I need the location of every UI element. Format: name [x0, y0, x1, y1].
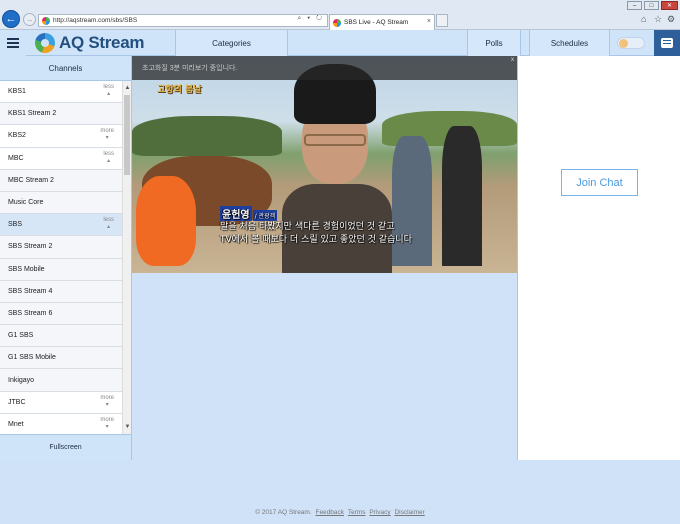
more-toggle[interactable]: more — [100, 128, 114, 142]
channel-label: SBS Stream 6 — [8, 309, 53, 317]
channel-item-active[interactable]: SBS less — [0, 214, 122, 237]
channel-label: SBS Stream 2 — [8, 243, 53, 251]
schedules-button[interactable]: Schedules — [529, 30, 610, 56]
site-header: AQ Stream Categories Polls Schedules — [0, 30, 680, 56]
scroll-down-icon[interactable]: ▼ — [123, 423, 132, 432]
theme-toggle[interactable] — [617, 37, 645, 49]
forward-button[interactable]: → — [23, 13, 36, 26]
channel-label: SBS Mobile — [8, 265, 45, 273]
window-minimize-button[interactable]: – — [627, 1, 642, 10]
scroll-up-icon[interactable]: ▲ — [123, 84, 132, 93]
channel-item[interactable]: Music Core — [0, 191, 122, 215]
channel-item[interactable]: JTBC more — [0, 391, 122, 414]
star-icon[interactable]: ☆ — [654, 14, 662, 25]
new-tab-button[interactable] — [436, 14, 448, 27]
channel-item[interactable]: SBS Stream 2 — [0, 236, 122, 259]
channel-label: SBS Stream 4 — [8, 287, 53, 295]
less-toggle[interactable]: less — [103, 217, 114, 231]
page-footer: © 2017 AQ Stream. Feedback Terms Privacy… — [0, 509, 680, 516]
join-chat-button[interactable]: Join Chat — [561, 169, 638, 196]
channel-label: Inkigayo — [8, 376, 35, 384]
scrollbar-thumb[interactable] — [124, 95, 130, 175]
channel-label: SBS — [8, 221, 23, 229]
channel-label: KBS1 Stream 2 — [8, 110, 57, 118]
site-favicon-icon — [42, 16, 50, 25]
logo-text: AQ Stream — [59, 33, 145, 52]
subtitle-caption: 윤헌영 / 관광객 말을 처음 타봤지만 색다른 경험이었던 것 같고 TV에서 … — [220, 206, 412, 247]
channel-item[interactable]: KBS2 more — [0, 125, 122, 148]
channel-item[interactable]: Inkigayo — [0, 369, 122, 392]
tab-close-icon[interactable]: × — [427, 18, 431, 25]
categories-button[interactable]: Categories — [175, 30, 288, 56]
home-icon[interactable]: ⌂ — [641, 14, 646, 24]
less-toggle[interactable]: less — [103, 84, 114, 98]
logo-swirl-icon — [35, 33, 55, 53]
chat-toggle-icon[interactable] — [654, 30, 680, 56]
tab-title: SBS Live - AQ Stream — [344, 19, 409, 26]
gear-icon[interactable]: ⚙ — [667, 14, 675, 25]
chat-panel: Join Chat — [517, 56, 680, 460]
toy-shape — [136, 176, 196, 266]
channel-sidebar: Channels KBS1 less KBS1 Stream 2 KBS2 more… — [0, 56, 132, 460]
privacy-link[interactable]: Privacy — [369, 509, 390, 516]
disclaimer-link[interactable]: Disclaimer — [394, 509, 424, 516]
copyright-text: © 2017 AQ Stream. — [255, 509, 312, 516]
channel-item[interactable]: Mnet more — [0, 413, 122, 434]
caption-role: / 관광객 — [252, 210, 278, 221]
channel-item[interactable]: SBS Mobile — [0, 258, 122, 281]
show-logo: 고향의 봄날 — [157, 85, 202, 95]
terms-link[interactable]: Terms — [348, 509, 366, 516]
more-toggle[interactable]: more — [100, 395, 114, 409]
close-icon[interactable]: x — [511, 57, 514, 63]
video-player[interactable]: 고향의 봄날 초고화질 3분 미리보기 중입니다. x 윤헌영 / 관광객 말을 … — [132, 56, 517, 273]
address-bar[interactable]: http://aqstream.com/sbs/SBS ⌕ ▾ ↻ — [38, 14, 328, 27]
preview-notice: 초고화질 3분 미리보기 중입니다. — [142, 65, 238, 72]
channel-item[interactable]: MBC less — [0, 147, 122, 170]
caption-name: 윤헌영 — [220, 206, 252, 221]
polls-button[interactable]: Polls — [467, 30, 521, 56]
forward-arrow-icon: → — [25, 15, 34, 24]
window-maximize-button[interactable]: □ — [644, 1, 659, 10]
channel-item[interactable]: SBS Stream 4 — [0, 280, 122, 303]
toggle-knob — [619, 39, 628, 48]
hamburger-menu-icon[interactable] — [0, 30, 26, 56]
preview-notice-bar: 초고화질 3분 미리보기 중입니다. x — [132, 56, 517, 80]
back-arrow-icon: ← — [5, 13, 17, 25]
channel-label: JTBC — [8, 398, 26, 406]
window-close-button[interactable]: ✕ — [661, 1, 678, 10]
browser-chrome: ← → http://aqstream.com/sbs/SBS ⌕ ▾ ↻ SB… — [0, 0, 680, 30]
tab-favicon-icon — [333, 18, 341, 27]
channel-item[interactable]: KBS1 less — [0, 81, 122, 104]
channel-label: MBC — [8, 154, 24, 162]
channel-label: MBC Stream 2 — [8, 176, 54, 184]
channel-item[interactable]: G1 SBS — [0, 325, 122, 348]
caption-line: 말을 처음 타봤지만 색다른 경험이었던 것 같고 — [220, 222, 395, 232]
feedback-link[interactable]: Feedback — [315, 509, 344, 516]
address-tools-icons[interactable]: ⌕ ▾ ↻ — [297, 15, 324, 23]
back-button[interactable]: ← — [2, 10, 20, 28]
sidebar-title: Channels — [0, 56, 131, 81]
less-toggle[interactable]: less — [103, 151, 114, 165]
site-logo[interactable]: AQ Stream — [35, 32, 144, 54]
channel-label: KBS1 — [8, 88, 26, 96]
channel-item[interactable]: G1 SBS Mobile — [0, 347, 122, 370]
fullscreen-button[interactable]: Fullscreen — [0, 434, 131, 460]
channel-label: KBS2 — [8, 132, 26, 140]
channel-label: Mnet — [8, 420, 24, 428]
content-area — [132, 273, 517, 460]
channel-label: G1 SBS — [8, 332, 34, 340]
tree-line — [132, 116, 282, 156]
person-shape — [442, 126, 482, 266]
channel-item[interactable]: SBS Stream 6 — [0, 302, 122, 326]
channel-item[interactable]: MBC Stream 2 — [0, 169, 122, 192]
channel-list: KBS1less KBS1 Stream 2 KBS2more MBCless … — [0, 81, 122, 434]
url-text: http://aqstream.com/sbs/SBS — [53, 17, 138, 24]
browser-tab[interactable]: SBS Live - AQ Stream × — [329, 14, 435, 30]
channel-label: G1 SBS Mobile — [8, 354, 56, 362]
sidebar-scrollbar[interactable]: ▲ ▼ — [122, 81, 131, 434]
more-toggle[interactable]: more — [100, 417, 114, 431]
channel-item[interactable]: KBS1 Stream 2 — [0, 103, 122, 126]
channel-label: Music Core — [8, 199, 44, 207]
caption-line: TV에서 볼 때보다 더 스릴 있고 좋았던 것 같습니다 — [220, 235, 412, 245]
